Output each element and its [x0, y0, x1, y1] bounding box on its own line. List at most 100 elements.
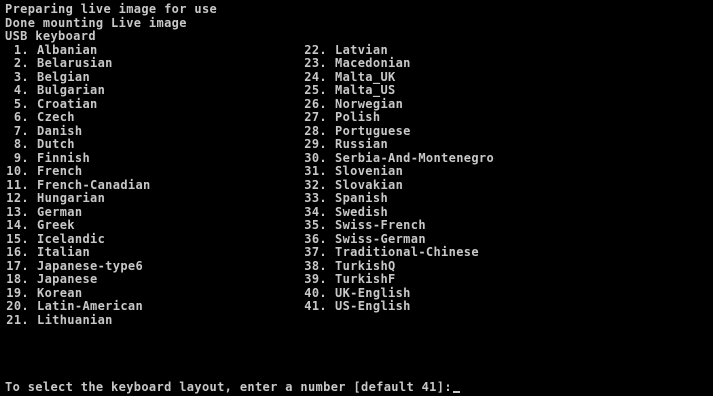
keyboard-layout-number: 20. — [6, 299, 29, 313]
keyboard-layout-option: 27. Polish — [303, 110, 494, 125]
keyboard-layout-number: 34. — [304, 204, 327, 219]
keyboard-layout-number: 32. — [304, 177, 327, 192]
keyboard-layout-label: Slovakian — [335, 177, 404, 192]
keyboard-layout-option: 38. TurkishQ — [303, 258, 494, 274]
keyboard-layout-option: 9. Finnish — [5, 150, 151, 166]
keyboard-layout-number: 15. — [6, 231, 29, 246]
keyboard-layout-number: 27. — [304, 110, 327, 124]
keyboard-layout-label: Slovenian — [335, 164, 404, 178]
keyboard-layout-number: 18. — [6, 272, 29, 286]
keyboard-layout-number: 25. — [304, 83, 327, 97]
keyboard-layout-label: Greek — [37, 218, 75, 232]
keyboard-layout-option: 1. Albanian — [5, 42, 151, 58]
keyboard-layout-option: 37. Traditional-Chinese — [303, 245, 494, 260]
keyboard-layout-label: Japanese — [37, 272, 98, 286]
keyboard-layout-number: 21. — [6, 312, 29, 327]
keyboard-layout-option: 4. Bulgarian — [5, 83, 151, 98]
keyboard-layout-number: 22. — [304, 42, 327, 57]
keyboard-layout-option: 8. Dutch — [5, 137, 151, 152]
keyboard-layout-option: 13. German — [5, 204, 151, 220]
keyboard-layout-label: French-Canadian — [37, 177, 151, 192]
keyboard-layout-label: Swiss-German — [335, 231, 426, 246]
keyboard-layout-option: 36. Swiss-German — [303, 231, 494, 247]
keyboard-layout-label: Danish — [37, 123, 83, 138]
keyboard-layout-number: 23. — [304, 56, 327, 70]
keyboard-layout-number: 38. — [304, 258, 327, 273]
keyboard-layout-option: 24. Malta_UK — [303, 69, 494, 85]
keyboard-layout-number: 19. — [6, 285, 29, 300]
keyboard-layout-option: 26. Norwegian — [303, 96, 494, 112]
keyboard-layout-number: 41. — [304, 299, 327, 313]
keyboard-layout-label: Finnish — [37, 150, 91, 165]
keyboard-layout-label: TurkishF — [335, 272, 396, 286]
keyboard-layout-option: 30. Serbia-And-Montenegro — [303, 150, 495, 166]
keyboard-layout-label: Malta_US — [335, 83, 396, 97]
keyboard-layout-label: Korean — [37, 285, 83, 300]
keyboard-layout-option: 34. Swedish — [303, 204, 494, 220]
keyboard-layout-option: 35. Swiss-French — [303, 218, 494, 233]
keyboard-layout-option: 18. Japanese — [5, 272, 151, 287]
keyboard-layout-label: Italian — [37, 245, 91, 259]
keyboard-layout-option: 20. Latin-American — [5, 299, 151, 314]
keyboard-layout-label: Latvian — [335, 42, 389, 57]
keyboard-layout-option: 23. Macedonian — [303, 56, 494, 71]
keyboard-layout-number: 37. — [304, 245, 327, 259]
keyboard-layout-number: 35. — [304, 218, 327, 232]
keyboard-layout-option: 10. French — [5, 164, 151, 179]
keyboard-layout-number: 14. — [6, 218, 29, 232]
keyboard-layout-label: German — [37, 204, 83, 219]
keyboard-layout-label: Japanese-type6 — [37, 258, 144, 273]
keyboard-layout-option: 17. Japanese-type6 — [5, 258, 151, 274]
keyboard-layout-number: 5. — [13, 96, 29, 111]
keyboard-layout-number: 30. — [304, 150, 327, 165]
keyboard-layout-number: 3. — [13, 69, 29, 84]
keyboard-layout-label: Lithuanian — [37, 312, 113, 327]
keyboard-layout-label: Norwegian — [335, 96, 404, 111]
keyboard-layout-number: 17. — [6, 258, 29, 273]
keyboard-layout-label: Spanish — [335, 191, 389, 205]
keyboard-layout-option: 29. Russian — [303, 137, 494, 152]
keyboard-layout-option: 33. Spanish — [303, 191, 494, 206]
keyboard-layout-label: Bulgarian — [37, 83, 106, 97]
keyboard-layout-option: 31. Slovenian — [303, 164, 494, 179]
keyboard-layout-option: 15. Icelandic — [5, 231, 151, 247]
keyboard-layout-option: 3. Belgian — [5, 69, 151, 85]
keyboard-layout-option: 40. UK-English — [303, 285, 494, 301]
keyboard-layout-option: 16. Italian — [5, 245, 151, 260]
keyboard-layout-number: 2. — [13, 56, 29, 70]
keyboard-layout-label: Hungarian — [37, 191, 106, 205]
status-line-usb-keyboard: USB keyboard — [5, 29, 96, 43]
keyboard-layout-option: 25. Malta_US — [303, 83, 494, 98]
keyboard-layout-list-left: 1. Albanian 2. Belarusian 3. Belgian 4. Bulgari… — [5, 42, 151, 328]
keyboard-layout-option: 14. Greek — [5, 218, 151, 233]
keyboard-layout-number: 39. — [304, 272, 327, 286]
keyboard-layout-option: 22. Latvian — [303, 42, 494, 58]
keyboard-layout-number: 36. — [304, 231, 327, 246]
keyboard-layout-label: Serbia-And-Montenegro — [335, 150, 495, 165]
keyboard-layout-option: 5. Croatian — [5, 96, 151, 112]
keyboard-layout-number: 12. — [6, 191, 29, 205]
text-cursor[interactable] — [452, 391, 460, 393]
keyboard-layout-label: Icelandic — [37, 231, 106, 246]
keyboard-layout-option: 41. US-English — [303, 299, 494, 314]
keyboard-layout-number: 33. — [304, 191, 327, 205]
keyboard-layout-number: 9. — [13, 150, 29, 165]
keyboard-layout-number: 1. — [13, 42, 29, 57]
keyboard-layout-label: Dutch — [37, 137, 75, 151]
keyboard-layout-option: 2. Belarusian — [5, 56, 151, 71]
keyboard-layout-label: Swiss-French — [335, 218, 426, 232]
keyboard-selection-prompt[interactable]: To select the keyboard layout, enter a n… — [5, 380, 460, 395]
keyboard-layout-label: Belarusian — [37, 56, 113, 70]
keyboard-layout-label: Belgian — [37, 69, 91, 84]
keyboard-layout-number: 4. — [13, 83, 29, 97]
keyboard-layout-option: 6. Czech — [5, 110, 151, 125]
keyboard-layout-number: 16. — [6, 245, 29, 259]
keyboard-layout-option: 32. Slovakian — [303, 177, 494, 193]
keyboard-layout-number: 11. — [6, 177, 29, 192]
keyboard-layout-label: UK-English — [335, 285, 411, 300]
terminal-console[interactable]: Preparing live image for use Done mounti… — [0, 0, 713, 396]
keyboard-layout-number: 24. — [304, 69, 327, 84]
keyboard-layout-option: 21. Lithuanian — [5, 312, 151, 328]
keyboard-layout-label: Macedonian — [335, 56, 411, 70]
keyboard-layout-label: Swedish — [335, 204, 389, 219]
